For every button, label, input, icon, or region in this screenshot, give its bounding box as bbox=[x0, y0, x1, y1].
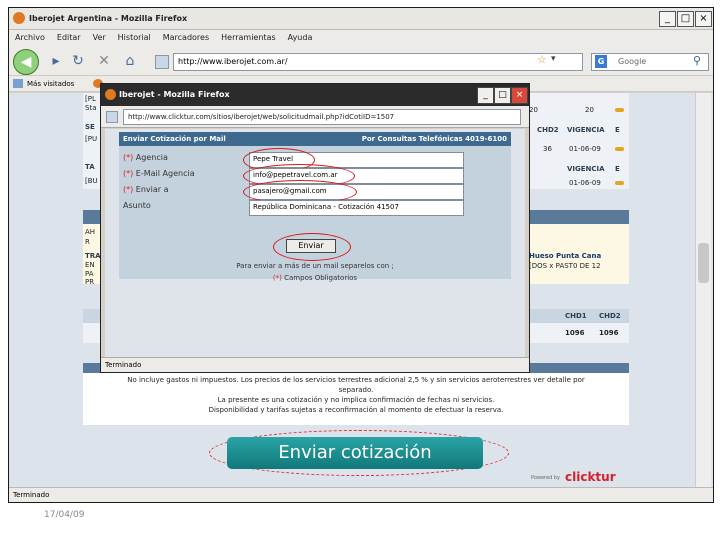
detail-frag: EN bbox=[85, 261, 95, 269]
detail-frag: R bbox=[85, 238, 90, 246]
maximize-button[interactable]: □ bbox=[677, 11, 694, 27]
field-label-enviar-a: (*) Enviar a bbox=[123, 185, 169, 194]
row3-b: 01-06-09 bbox=[569, 179, 601, 187]
detail-frag: AH bbox=[85, 228, 96, 236]
col-vigencia: VIGENCIA bbox=[567, 126, 605, 134]
menu-marcadores[interactable]: Marcadores bbox=[157, 30, 215, 46]
footer-note: Disponibilidad y tarifas sujetas a recon… bbox=[208, 406, 504, 414]
col-e-2: E bbox=[615, 165, 620, 173]
clicktur-logo: clicktur bbox=[565, 470, 616, 484]
field-label-agencia: (*) Agencia bbox=[123, 153, 168, 162]
form-header: Enviar Cotización por Mail Por Consultas… bbox=[119, 132, 511, 146]
title-bar: Iberojet Argentina - Mozilla Firefox _ □… bbox=[9, 8, 713, 30]
google-icon[interactable]: G bbox=[595, 55, 607, 68]
asunto-input[interactable]: República Dominicana - Cotización 41507 bbox=[249, 200, 464, 216]
detail-frag: TRA bbox=[85, 252, 101, 260]
email-form: (*) Agencia Pepe Travel (*) E-Mail Agenc… bbox=[119, 146, 511, 282]
site-favicon bbox=[155, 55, 169, 69]
row1-status-pill bbox=[615, 108, 624, 112]
hotel-name: Hueso Punta Cana bbox=[529, 252, 602, 260]
value-chd2: 1096 bbox=[599, 329, 619, 337]
multi-mail-note: Para enviar a más de un mail separelos c… bbox=[236, 262, 394, 270]
menu-herramientas[interactable]: Herramientas bbox=[215, 30, 282, 46]
close-button[interactable]: × bbox=[695, 11, 712, 27]
row3-status-pill bbox=[615, 181, 624, 185]
slide-date: 17/04/09 bbox=[44, 510, 85, 520]
popup-address-bar[interactable]: http://www.clicktur.com/sitios/iberojet/… bbox=[123, 109, 521, 125]
menu-ayuda[interactable]: Ayuda bbox=[282, 30, 319, 46]
address-bar[interactable]: http://www.iberojet.com.ar/ bbox=[173, 53, 583, 71]
row1-n: 20 bbox=[529, 106, 538, 114]
popup-minimize-button[interactable]: _ bbox=[477, 87, 494, 104]
frag-ta: TA bbox=[85, 163, 95, 171]
frag-sta: Sta bbox=[85, 104, 97, 112]
send-highlight-ring bbox=[273, 233, 351, 261]
required-fields-note: (*) Campos Obligatorios bbox=[272, 274, 358, 282]
frag-pu: [PU bbox=[85, 135, 98, 143]
firefox-icon bbox=[105, 89, 116, 100]
scrollbar[interactable] bbox=[695, 93, 711, 487]
popup-window: Iberojet - Mozilla Firefox _ □ × http://… bbox=[100, 83, 530, 373]
row2-b: 01-06-09 bbox=[569, 145, 601, 153]
field-label-asunto: Asunto bbox=[123, 201, 151, 210]
window-title: Iberojet Argentina - Mozilla Firefox bbox=[29, 14, 188, 23]
powered-by-label: Powered by bbox=[531, 475, 560, 481]
popup-title: Iberojet - Mozilla Firefox bbox=[101, 84, 529, 106]
reload-icon[interactable]: ↻ bbox=[67, 51, 89, 71]
frag-bu: [BU bbox=[85, 177, 98, 185]
field-label-email: (*) E-Mail Agencia bbox=[123, 169, 195, 178]
value-chd1: 1096 bbox=[565, 329, 585, 337]
form-phone: Por Consultas Telefónicas 4019-6100 bbox=[361, 135, 507, 143]
frag-se: SE bbox=[85, 123, 95, 131]
menu-editar[interactable]: Editar bbox=[51, 30, 87, 46]
footer-note: separado. bbox=[338, 386, 374, 394]
scrollbar-thumb[interactable] bbox=[698, 243, 709, 283]
footer-note: No incluye gastos ni impuestos. Los prec… bbox=[127, 376, 585, 384]
row2-status-pill bbox=[615, 147, 624, 151]
detail-frag: PA bbox=[85, 270, 94, 278]
form-title: Enviar Cotización por Mail bbox=[123, 135, 226, 143]
page-icon bbox=[106, 111, 118, 123]
row2-a: 36 bbox=[543, 145, 552, 153]
minimize-button[interactable]: _ bbox=[659, 11, 676, 27]
menu-historial[interactable]: Historial bbox=[112, 30, 157, 46]
col-vigencia-2: VIGENCIA bbox=[567, 165, 605, 173]
dropdown-icon[interactable]: ▾ bbox=[551, 54, 556, 64]
search-icon[interactable]: ⚲ bbox=[693, 54, 701, 67]
col-chd1: CHD1 bbox=[565, 312, 587, 320]
footer-note: La presente es una cotización y no impli… bbox=[217, 396, 495, 404]
popup-content: Enviar Cotización por Mail Por Consultas… bbox=[105, 129, 525, 357]
detail-frag: PR bbox=[85, 278, 95, 286]
most-visited-icon bbox=[13, 79, 23, 88]
col-chd2: CHD2 bbox=[537, 126, 559, 134]
col-e: E bbox=[615, 126, 620, 134]
popup-status-bar: Terminado bbox=[101, 357, 529, 372]
frag-pl: [PL bbox=[85, 95, 96, 103]
bookmark-star-icon[interactable]: ☆ bbox=[537, 53, 547, 66]
popup-close-button[interactable]: × bbox=[511, 87, 528, 104]
status-bar: Terminado bbox=[9, 487, 713, 502]
col-chd2-b: CHD2 bbox=[599, 312, 621, 320]
menu-ver[interactable]: Ver bbox=[87, 30, 112, 46]
search-input[interactable]: Google bbox=[591, 53, 709, 71]
row1-m: 20 bbox=[585, 106, 594, 114]
enviar-cotizacion-button[interactable]: Enviar cotización bbox=[227, 437, 483, 469]
bookmark-most-visited[interactable]: Más visitados bbox=[27, 76, 74, 92]
popup-address-toolbar: http://www.clicktur.com/sitios/iberojet/… bbox=[101, 106, 529, 128]
navigation-toolbar: ◀ ▸ ↻ ✕ ⌂ http://www.iberojet.com.ar/ ☆ … bbox=[9, 46, 713, 76]
firefox-icon bbox=[13, 12, 25, 24]
back-button[interactable]: ◀ bbox=[13, 49, 39, 75]
popup-maximize-button[interactable]: □ bbox=[494, 87, 511, 104]
forward-icon[interactable]: ▸ bbox=[45, 51, 67, 71]
menu-archivo[interactable]: Archivo bbox=[9, 30, 51, 46]
hotel-info: [DOS x PAST0 DE 12 bbox=[529, 262, 601, 270]
stop-icon[interactable]: ✕ bbox=[93, 51, 115, 71]
menu-bar: Archivo Editar Ver Historial Marcadores Herra… bbox=[9, 30, 713, 46]
home-icon[interactable]: ⌂ bbox=[119, 51, 141, 71]
